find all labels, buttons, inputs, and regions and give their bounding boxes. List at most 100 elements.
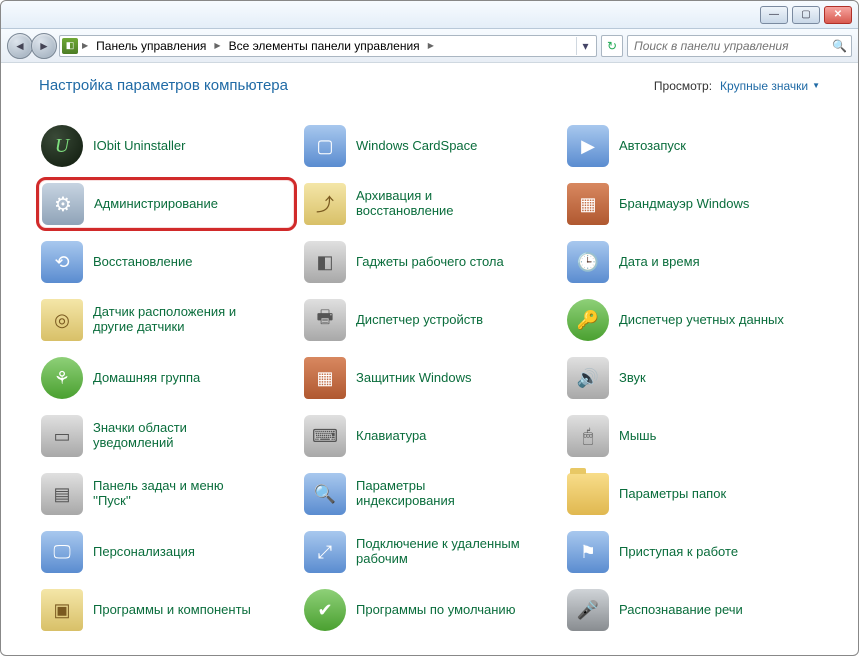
cpl-item-taskbar-start[interactable]: ▤ Панель задач и меню ''Пуск'' <box>39 470 294 518</box>
cpl-item-label: Восстановление <box>93 255 192 270</box>
cpl-item-label: Домашняя группа <box>93 371 200 386</box>
breadcrumb-segment-0[interactable]: Панель управления <box>92 39 210 53</box>
autoplay-icon: ▶ <box>567 125 609 167</box>
cpl-item-folder-options[interactable]: Параметры папок <box>565 470 820 518</box>
cpl-item-label: IObit Uninstaller <box>93 139 185 154</box>
cpl-item-windows-firewall[interactable]: ▦Брандмауэр Windows <box>565 180 820 228</box>
cpl-item-speech-recognition[interactable]: 🎤Распознавание речи <box>565 586 820 634</box>
cpl-item-windows-defender[interactable]: ▦ Защитник Windows <box>302 354 557 402</box>
search-box[interactable]: 🔍 <box>627 35 852 57</box>
default-programs-icon: ✔ <box>304 589 346 631</box>
sound-icon: 🔊 <box>567 357 609 399</box>
taskbar-start-icon: ▤ <box>41 473 83 515</box>
cpl-item-mouse[interactable]: 🖱 Мышь <box>565 412 820 460</box>
date-time-icon: 🕒 <box>567 241 609 283</box>
maximize-button[interactable]: ▢ <box>792 6 820 24</box>
heading-row: Настройка параметров компьютера Просмотр… <box>39 77 820 94</box>
cpl-item-label: Мышь <box>619 429 656 444</box>
cpl-item-autoplay[interactable]: ▶Автозапуск <box>565 122 820 170</box>
backup-restore-icon: ⤴ <box>304 183 346 225</box>
notification-icons-icon: ▭ <box>41 415 83 457</box>
device-manager-icon: 🖶 <box>304 299 346 341</box>
cpl-item-admin-tools[interactable]: ⚙ Администрирование <box>36 177 297 231</box>
control-panel-grid: UIObit Uninstaller▢ Windows CardSpace ▶Авт… <box>39 122 820 634</box>
cpl-item-label: Датчик расположения и другие датчики <box>93 305 263 335</box>
back-button[interactable]: ◄ <box>7 33 33 59</box>
cpl-item-location-sensors[interactable]: ◎ Датчик расположения и другие датчики <box>39 296 294 344</box>
windows-defender-icon: ▦ <box>304 357 346 399</box>
search-icon[interactable]: 🔍 <box>832 39 847 53</box>
content-area: Настройка параметров компьютера Просмотр… <box>1 63 858 655</box>
cpl-item-backup-restore[interactable]: ⤴ Архивация и восстановление <box>302 180 557 228</box>
chevron-right-icon[interactable]: ▶ <box>212 41 222 50</box>
cpl-item-label: Гаджеты рабочего стола <box>356 255 504 270</box>
getting-started-icon: ⚑ <box>567 531 609 573</box>
cpl-item-label: Клавиатура <box>356 429 426 444</box>
cpl-item-keyboard[interactable]: ⌨ Клавиатура <box>302 412 557 460</box>
cpl-item-label: Администрирование <box>94 197 218 212</box>
search-input[interactable] <box>632 38 832 54</box>
cpl-item-label: Звук <box>619 371 646 386</box>
cpl-item-personalization[interactable]: 🖵Персонализация <box>39 528 294 576</box>
cpl-item-label: Параметры индексирования <box>356 479 526 509</box>
cpl-item-label: Программы и компоненты <box>93 603 251 618</box>
cpl-item-getting-started[interactable]: ⚑Приступая к работе <box>565 528 820 576</box>
cpl-item-label: Архивация и восстановление <box>356 189 526 219</box>
address-bar[interactable]: ◧ ▶ Панель управления ▶ Все элементы пан… <box>59 35 597 57</box>
cpl-item-windows-cardspace[interactable]: ▢ Windows CardSpace <box>302 122 557 170</box>
cpl-item-label: Windows CardSpace <box>356 139 477 154</box>
cpl-item-programs-features[interactable]: ▣Программы и компоненты <box>39 586 294 634</box>
close-button[interactable]: ✕ <box>824 6 852 24</box>
chevron-right-icon[interactable]: ▶ <box>80 41 90 50</box>
cpl-item-notification-icons[interactable]: ▭ Значки области уведомлений <box>39 412 294 460</box>
cpl-item-credential-manager[interactable]: 🔑 Диспетчер учетных данных <box>565 296 820 344</box>
location-sensors-icon: ◎ <box>41 299 83 341</box>
credential-manager-icon: 🔑 <box>567 299 609 341</box>
cpl-item-label: Подключение к удаленным рабочим <box>356 537 526 567</box>
cpl-item-iobit-uninstaller[interactable]: UIObit Uninstaller <box>39 122 294 170</box>
admin-tools-icon: ⚙ <box>42 183 84 225</box>
chevron-down-icon: ▼ <box>812 81 820 90</box>
keyboard-icon: ⌨ <box>304 415 346 457</box>
titlebar: — ▢ ✕ <box>1 1 858 29</box>
cpl-item-date-time[interactable]: 🕒 Дата и время <box>565 238 820 286</box>
windows-cardspace-icon: ▢ <box>304 125 346 167</box>
cpl-item-homegroup[interactable]: ⚘Домашняя группа <box>39 354 294 402</box>
window-frame: — ▢ ✕ ◄ ► ◧ ▶ Панель управления ▶ Все эл… <box>0 0 859 656</box>
refresh-button[interactable]: ↻ <box>601 35 623 57</box>
cpl-item-device-manager[interactable]: 🖶Диспетчер устройств <box>302 296 557 344</box>
speech-recognition-icon: 🎤 <box>567 589 609 631</box>
cpl-item-label: Значки области уведомлений <box>93 421 263 451</box>
folder-options-icon <box>567 473 609 515</box>
cpl-item-label: Защитник Windows <box>356 371 471 386</box>
recovery-icon: ⟲ <box>41 241 83 283</box>
cpl-item-indexing-options[interactable]: 🔍Параметры индексирования <box>302 470 557 518</box>
navbar: ◄ ► ◧ ▶ Панель управления ▶ Все элементы… <box>1 29 858 63</box>
minimize-button[interactable]: — <box>760 6 788 24</box>
nav-buttons: ◄ ► <box>7 33 55 59</box>
mouse-icon: 🖱 <box>567 415 609 457</box>
cpl-item-label: Программы по умолчанию <box>356 603 515 618</box>
page-title: Настройка параметров компьютера <box>39 77 288 94</box>
cpl-item-label: Диспетчер учетных данных <box>619 313 784 328</box>
view-value: Крупные значки <box>720 79 808 93</box>
cpl-item-label: Брандмауэр Windows <box>619 197 749 212</box>
cpl-item-recovery[interactable]: ⟲ Восстановление <box>39 238 294 286</box>
cpl-item-desktop-gadgets[interactable]: ◧ Гаджеты рабочего стола <box>302 238 557 286</box>
cpl-item-remote-desktop[interactable]: ⤢ Подключение к удаленным рабочим <box>302 528 557 576</box>
cpl-item-label: Панель задач и меню ''Пуск'' <box>93 479 263 509</box>
breadcrumb-segment-1[interactable]: Все элементы панели управления <box>225 39 424 53</box>
remote-desktop-icon: ⤢ <box>304 531 346 573</box>
control-panel-icon: ◧ <box>62 38 78 54</box>
view-label: Просмотр: <box>654 79 712 93</box>
cpl-item-sound[interactable]: 🔊 Звук <box>565 354 820 402</box>
view-dropdown[interactable]: Крупные значки ▼ <box>720 79 820 93</box>
view-selector: Просмотр: Крупные значки ▼ <box>654 79 820 93</box>
forward-button[interactable]: ► <box>31 33 57 59</box>
chevron-right-icon[interactable]: ▶ <box>426 41 436 50</box>
cpl-item-label: Дата и время <box>619 255 700 270</box>
cpl-item-label: Персонализация <box>93 545 195 560</box>
address-dropdown-button[interactable]: ▾ <box>576 37 594 55</box>
cpl-item-default-programs[interactable]: ✔ Программы по умолчанию <box>302 586 557 634</box>
desktop-gadgets-icon: ◧ <box>304 241 346 283</box>
